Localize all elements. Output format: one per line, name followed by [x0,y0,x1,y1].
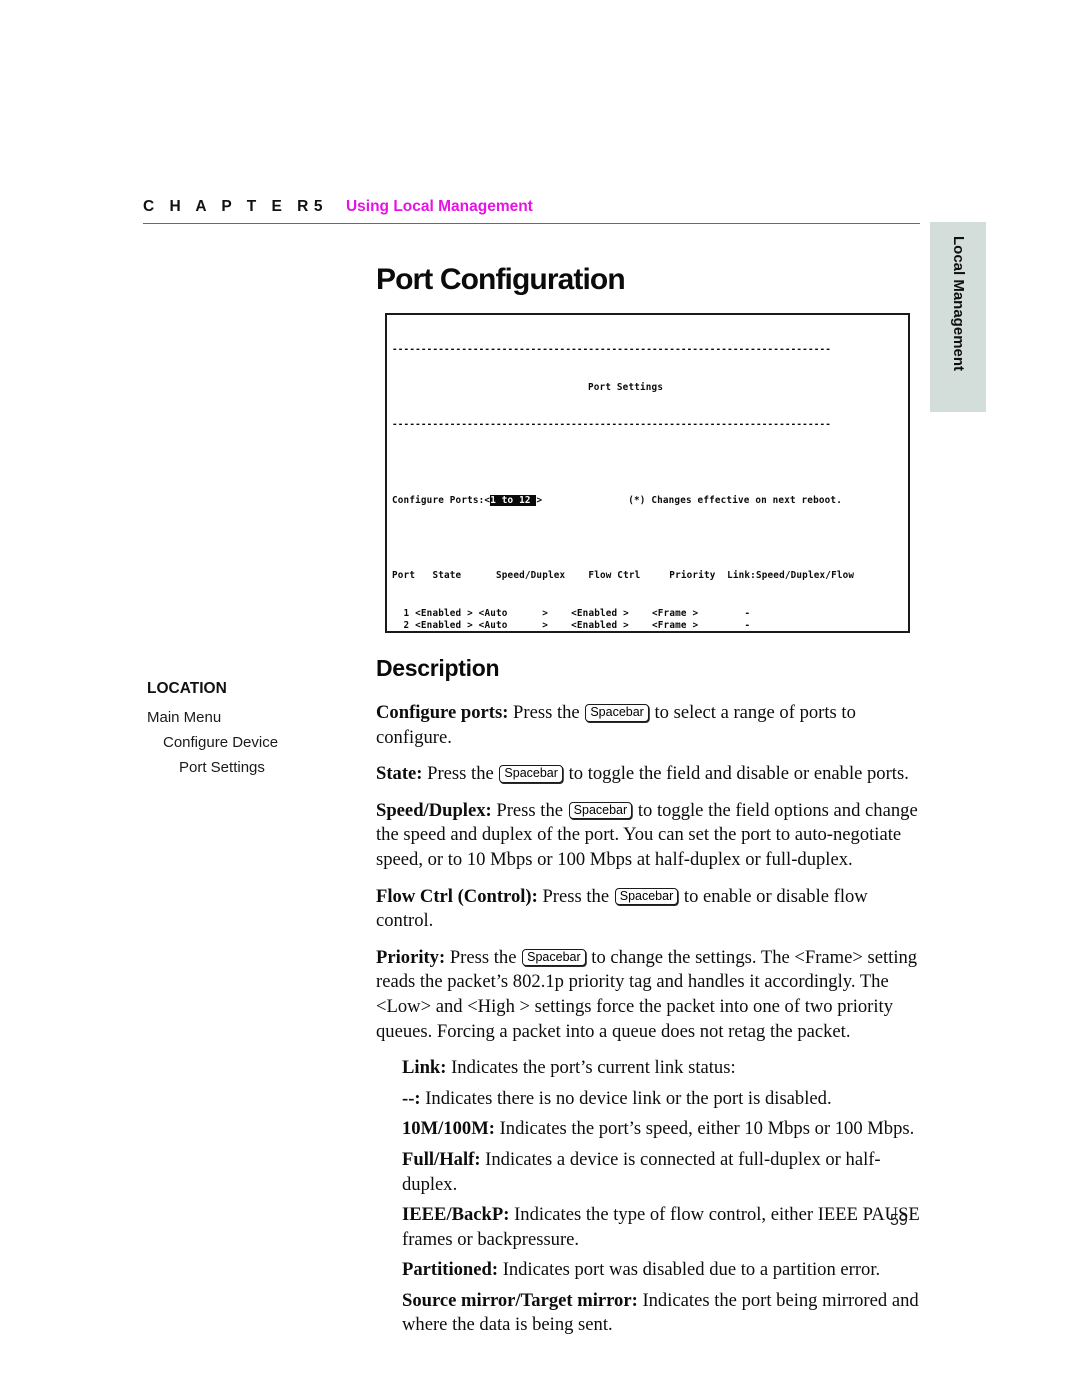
term-state: State: [376,763,423,785]
page-number: 59 [890,1212,908,1229]
cell-flow-ctrl: <Enabled > [571,620,652,631]
location-item: Port Settings [179,759,265,776]
cell-priority: <Frame > [652,607,710,619]
text-priority-pre: Press the [449,946,517,968]
chapter-title: Using Local Management [345,198,533,215]
terminal-port-row[interactable]: 2 <Enabled > <Auto > <Enabled > <Frame >… [392,620,908,632]
para-priority: Priority: Press the Spacebar to change t… [376,946,924,1044]
terminal-rule-under-title: ----------------------------------------… [392,419,832,431]
description-heading: Description [376,655,500,681]
configure-ports-label: Configure Ports:< [392,494,491,506]
text-link: Indicates the port’s current link status… [451,1057,736,1079]
link-status-term: 10M/100M: [402,1118,495,1140]
configure-ports-value[interactable]: 1 to 12 [490,494,537,506]
link-status-item: Source mirror/Target mirror: Indicates t… [402,1289,924,1338]
link-status-term: Partitioned: [402,1259,499,1281]
reboot-note: (*) Changes effective on next reboot. [628,494,842,506]
cell-priority: <Frame > [652,620,710,631]
spacebar-key-5: Spacebar [522,948,586,967]
term-speed-duplex: Speed/Duplex: [376,799,492,821]
chapter-number: 5 [313,198,328,215]
para-state: State: Press the Spacebar to toggle the … [376,762,924,787]
link-status-item: 10M/100M: Indicates the port’s speed, ei… [402,1117,924,1142]
link-status-term: --: [402,1087,421,1109]
link-status-text: Indicates the port’s speed, either 10 Mb… [494,1118,915,1140]
page-title: Port Configuration [376,263,626,296]
terminal-spacer-2 [392,532,908,545]
location-heading: LOCATION [147,680,227,697]
para-speed-duplex: Speed/Duplex: Press the Spacebar to togg… [376,799,924,873]
location-items: Main Menu Configure Device Port Settings [147,709,362,776]
cell-flow-ctrl: <Enabled > [571,607,652,619]
terminal-screen-title: Port Settings [392,382,908,395]
text-flow-ctrl-pre: Press the [542,885,610,907]
terminal-port-rows: 1 <Enabled > <Auto > <Enabled > <Frame >… [392,608,908,632]
term-configure-ports: Configure ports: [376,702,509,723]
term-flow-ctrl: Flow Ctrl (Control): [376,885,538,907]
spacebar-key-2: Spacebar [499,765,563,783]
location-block: LOCATION Main Menu Configure Device Port S… [147,680,362,784]
terminal-screenshot: ----------------------------------------… [385,313,910,633]
link-status-term: Full/Half: [402,1148,481,1170]
header-divider [143,223,920,224]
link-status-text: Indicates there is no device link or the… [420,1087,832,1109]
link-status-term: Source mirror/Target mirror: [402,1289,638,1311]
side-tab-label: Local Management [950,236,967,372]
location-item: Main Menu [147,709,222,726]
text-configure-ports-pre: Press the [513,702,580,723]
terminal-screen-title-text: Port Settings [588,381,664,393]
cell-link: - [710,620,750,631]
link-status-item: --: Indicates there is no device link or… [402,1087,924,1112]
spacebar-key-1: Spacebar [585,704,649,722]
cell-link: - [709,607,751,619]
terminal-column-headers: Port State Speed/Duplex Flow Ctrl Priori… [392,569,855,581]
spacebar-key-3: Spacebar [568,801,633,820]
chapter-word: C H A P T E R [143,198,314,215]
terminal-content: ----------------------------------------… [387,315,908,632]
para-flow-ctrl: Flow Ctrl (Control): Press the Spacebar … [376,885,924,934]
cell-port: 1 [392,607,416,619]
text-state-post: to toggle the field and disable or enabl… [568,763,909,785]
cell-state: <Enabled > [415,607,479,619]
para-configure-ports: Configure ports: Press the Spacebar to s… [376,701,924,750]
link-status-items: --: Indicates there is no device link or… [376,1087,924,1338]
cell-speed-duplex: <Auto > [478,607,572,619]
terminal-port-row[interactable]: 1 <Enabled > <Auto > <Enabled > <Frame >… [392,608,908,621]
terminal-rule-top: ----------------------------------------… [392,344,832,356]
term-priority: Priority: [376,946,446,968]
configure-ports-close: > [536,494,543,506]
cell-state: <Enabled > [415,620,479,631]
link-status-term: IEEE/BackP: [402,1204,510,1226]
term-link: Link: [402,1057,447,1079]
side-tab-local-management: Local Management [930,222,986,412]
terminal-spacer-1 [392,457,908,470]
location-item: Configure Device [163,734,279,751]
link-status-item: IEEE/BackP: Indicates the type of flow c… [402,1203,924,1252]
configure-ports-row: Configure Ports:<1 to 12 > (*) Changes ef… [392,494,908,508]
link-status-text: Indicates port was disabled due to a par… [498,1259,881,1281]
link-status-item: Partitioned: Indicates port was disabled… [402,1258,924,1283]
chapter-header: C H A P T E R5 Using Local Management [143,198,920,224]
spacebar-key-4: Spacebar [614,887,679,906]
description-column: Description Configure ports: Press the S… [376,655,924,1344]
text-state-pre: Press the [427,763,494,785]
para-link: Link: Indicates the port’s current link … [402,1056,924,1081]
cell-port: 2 [392,620,416,632]
link-status-item: Full/Half: Indicates a device is connect… [402,1148,924,1197]
cell-speed-duplex: <Auto > [479,620,571,631]
text-speed-duplex-pre: Press the [496,799,563,821]
